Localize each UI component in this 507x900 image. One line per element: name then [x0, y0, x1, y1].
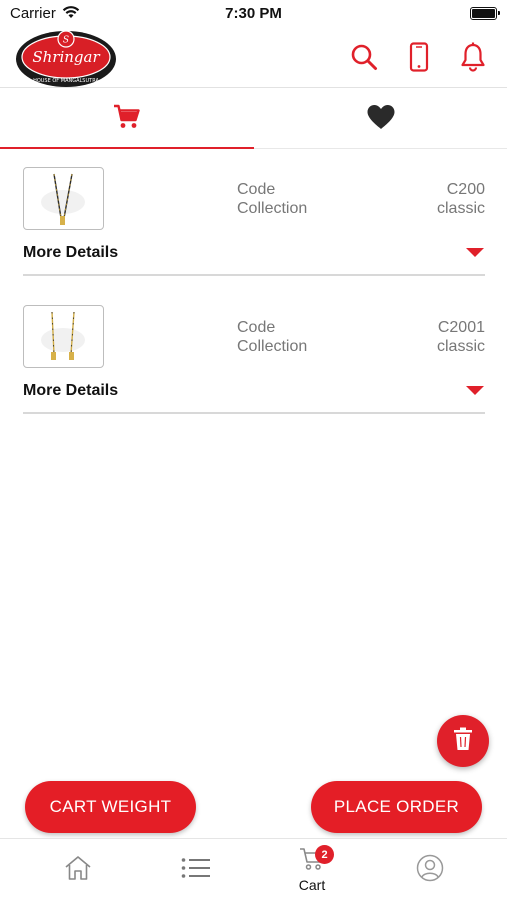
delete-button[interactable]	[437, 715, 489, 767]
place-order-button[interactable]: PLACE ORDER	[311, 781, 482, 833]
expand-caret-icon[interactable]	[466, 386, 484, 395]
cart-count-badge: 2	[315, 845, 334, 864]
collection-label: Collection	[237, 338, 308, 355]
heart-icon	[366, 104, 396, 135]
active-tab-indicator	[0, 147, 254, 149]
cart-icon	[113, 103, 141, 136]
battery-icon	[470, 7, 500, 20]
svg-text:Shringar: Shringar	[32, 48, 100, 66]
cart-wishlist-tabs	[0, 89, 507, 149]
brand-logo[interactable]: S Shringar HOUSE OF MANGALSUTRA	[14, 28, 118, 95]
status-bar: Carrier 7:30 PM	[0, 0, 507, 28]
bottom-nav: Cart	[0, 838, 507, 900]
list-icon	[181, 857, 211, 884]
code-label: Code	[237, 319, 276, 336]
search-icon[interactable]	[347, 40, 381, 74]
nav-cart[interactable]: Cart	[262, 839, 362, 900]
code-label: Code	[237, 181, 276, 198]
phone-icon[interactable]	[402, 40, 436, 74]
product-thumbnail[interactable]	[23, 305, 104, 368]
svg-text:S: S	[63, 36, 69, 46]
svg-text:HOUSE OF MANGALSUTRA: HOUSE OF MANGALSUTRA	[33, 78, 99, 84]
code-value: C2001	[437, 319, 485, 336]
collection-value: classic	[436, 200, 485, 217]
collection-value: classic	[436, 338, 485, 355]
tab-wishlist[interactable]	[254, 89, 507, 149]
code-value: C200	[446, 181, 485, 198]
cart-item: Code Collection C2001 classic More Detai…	[23, 304, 485, 414]
more-details-label[interactable]: More Details	[23, 244, 118, 262]
product-thumbnail[interactable]	[23, 167, 104, 230]
tab-cart[interactable]	[0, 89, 253, 149]
more-details-label[interactable]: More Details	[23, 382, 118, 400]
clock: 7:30 PM	[225, 5, 282, 22]
app-header: S Shringar HOUSE OF MANGALSUTRA	[0, 28, 507, 88]
cart-item: Code Collection C200 classic More Detail…	[23, 166, 485, 276]
home-icon	[64, 855, 92, 886]
cart-weight-button[interactable]: CART WEIGHT	[25, 781, 196, 833]
bell-icon[interactable]	[456, 40, 490, 74]
nav-home[interactable]	[28, 839, 128, 900]
profile-icon	[416, 854, 444, 887]
nav-cart-label: Cart	[298, 877, 326, 893]
nav-catalog[interactable]	[146, 839, 246, 900]
trash-icon	[453, 727, 473, 756]
collection-label: Collection	[237, 200, 308, 217]
nav-profile[interactable]	[380, 839, 480, 900]
expand-caret-icon[interactable]	[466, 248, 484, 257]
